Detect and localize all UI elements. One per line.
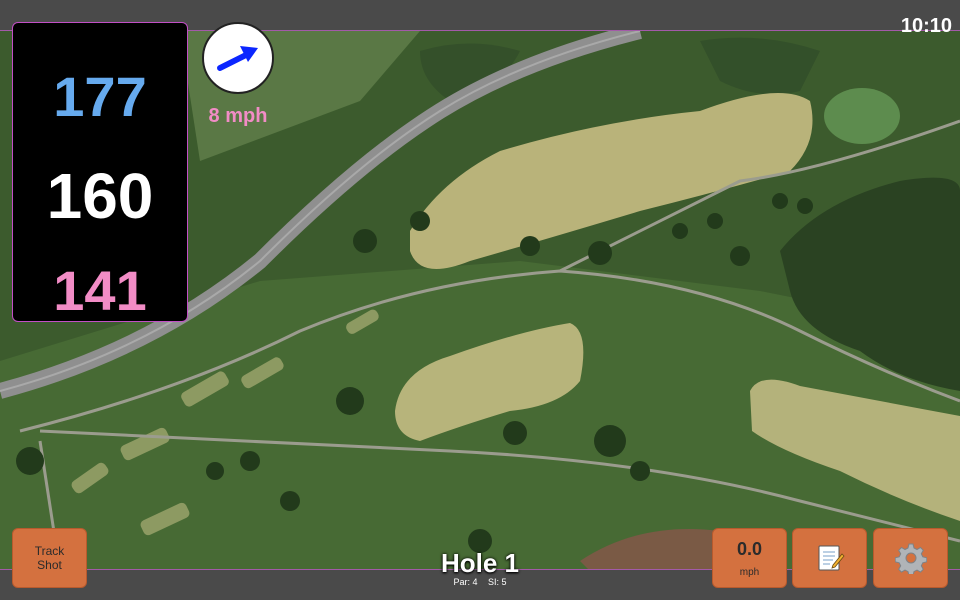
notes-button[interactable] [792,528,867,588]
hole-meta: Par: 4 SI: 5 [380,577,580,587]
wind-speed-value: 0.0 [736,539,763,559]
wind-speed-button[interactable]: 0.0 mph [712,528,787,588]
distance-back: 177 [53,65,147,128]
track-shot-button[interactable]: Track Shot [12,528,87,588]
distance-front: 141 [53,259,147,322]
wind-direction-dial[interactable] [202,22,274,94]
hole-par: Par: 4 [453,577,478,587]
distance-center: 160 [46,160,154,232]
distance-panel: 177 160 141 [12,22,188,322]
golf-gps-screen: 10:10 177 160 141 8 mph Track Shot Hole … [0,0,960,600]
hole-stroke-index: SI: 5 [488,577,507,587]
wind-speed-label: 8 mph [208,105,268,127]
notepad-icon [818,545,845,571]
clock: 10:10 [900,15,952,37]
gear-icon [894,543,927,574]
wind-arrow-icon [217,46,258,71]
hole-title: Hole 1 [440,548,520,578]
settings-button[interactable] [873,528,948,588]
wind-speed-unit: mph [739,567,760,578]
